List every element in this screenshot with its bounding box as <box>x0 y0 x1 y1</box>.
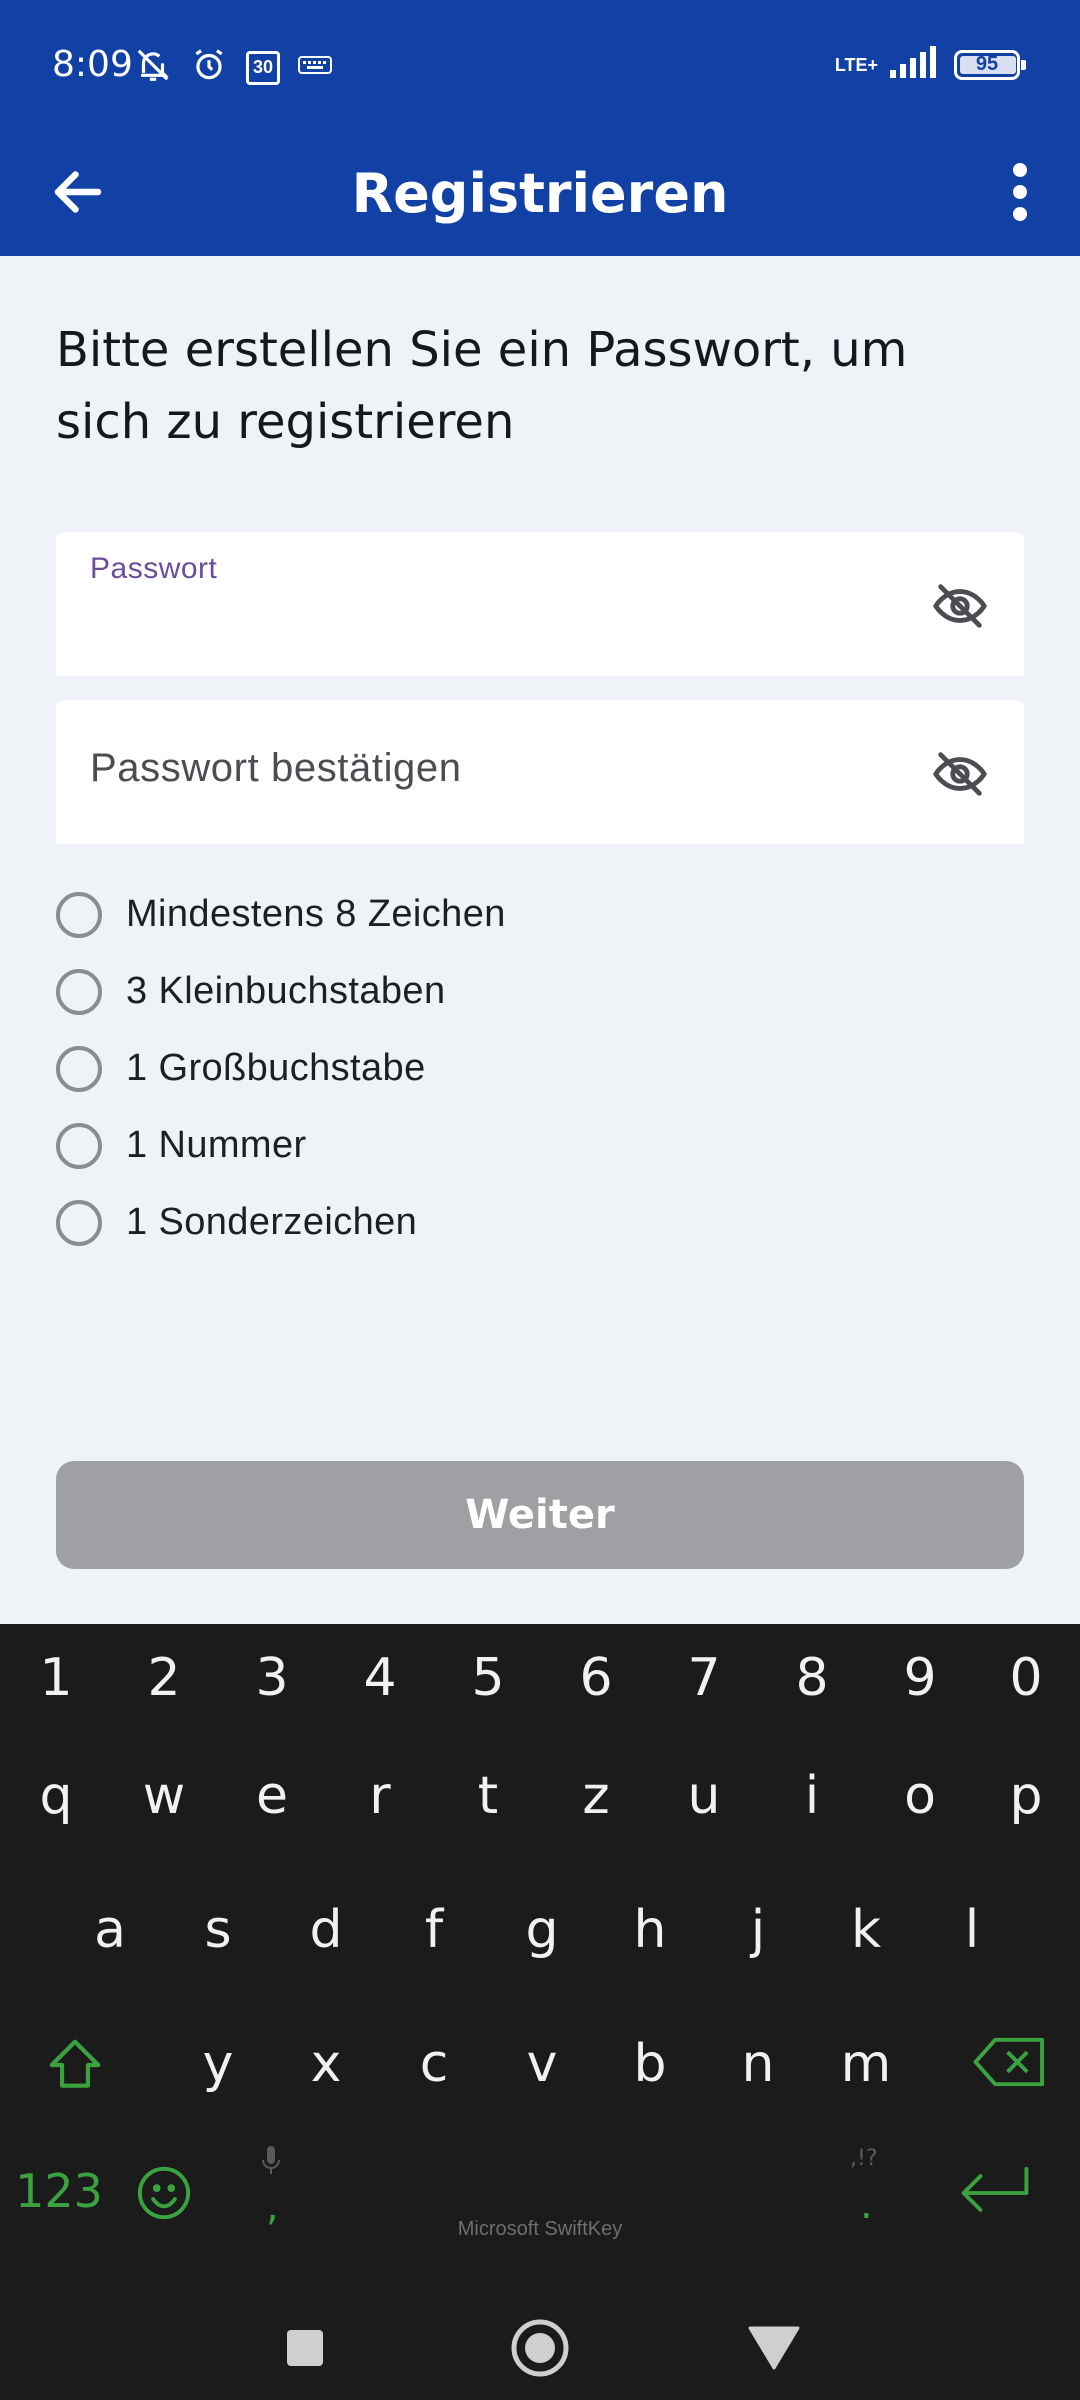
calendar-icon: 30 <box>246 50 280 85</box>
status-icons-left: 30 <box>134 46 332 89</box>
signal-icon <box>888 44 936 85</box>
enter-icon <box>961 2166 1029 2212</box>
key-z[interactable]: z <box>566 1766 626 1826</box>
square-icon <box>287 2330 323 2366</box>
requirement-item: 1 Großbuchstabe <box>56 1030 506 1107</box>
calendar-day: 30 <box>252 56 274 77</box>
battery-icon: 95 <box>954 49 1026 80</box>
key-6[interactable]: 6 <box>566 1648 626 1708</box>
key-q[interactable]: q <box>26 1766 86 1826</box>
confirm-password-placeholder: Passwort bestätigen <box>90 746 462 790</box>
key-r[interactable]: r <box>350 1766 410 1826</box>
key-a[interactable]: a <box>80 1900 140 1960</box>
back-nav-button[interactable] <box>742 2316 806 2380</box>
eye-off-icon <box>933 584 987 628</box>
key-8[interactable]: 8 <box>782 1648 842 1708</box>
shift-key[interactable] <box>40 2034 110 2109</box>
key-1[interactable]: 1 <box>26 1648 86 1708</box>
requirement-label: 3 Kleinbuchstaben <box>126 970 446 1012</box>
password-requirements-list: Mindestens 8 Zeichen 3 Kleinbuchstaben 1… <box>56 876 506 1261</box>
key-s[interactable]: s <box>188 1900 248 1960</box>
radio-unchecked-icon <box>56 968 102 1015</box>
key-v[interactable]: v <box>512 2034 572 2094</box>
punctuation-hint: ,!? <box>850 2146 878 2171</box>
key-d[interactable]: d <box>296 1900 356 1960</box>
radio-unchecked-icon <box>56 1122 102 1169</box>
key-2[interactable]: 2 <box>134 1648 194 1708</box>
key-l[interactable]: l <box>942 1900 1002 1960</box>
key-g[interactable]: g <box>512 1900 572 1960</box>
key-o[interactable]: o <box>890 1766 950 1826</box>
key-h[interactable]: h <box>620 1900 680 1960</box>
key-e[interactable]: e <box>242 1766 302 1826</box>
radio-unchecked-icon <box>56 1199 102 1246</box>
requirement-item: 3 Kleinbuchstaben <box>56 953 506 1030</box>
radio-unchecked-icon <box>56 891 102 938</box>
key-i[interactable]: i <box>782 1766 842 1826</box>
status-time: 8:09 <box>52 44 133 85</box>
instruction-heading: Bitte erstellen Sie ein Passwort, um sic… <box>56 322 908 450</box>
key-5[interactable]: 5 <box>458 1648 518 1708</box>
key-m[interactable]: m <box>836 2034 896 2094</box>
key-u[interactable]: u <box>674 1766 734 1826</box>
password-field[interactable]: Passwort <box>56 532 1024 676</box>
toggle-confirm-visibility-button[interactable] <box>930 744 990 804</box>
eye-off-icon <box>933 752 987 796</box>
key-j[interactable]: j <box>728 1900 788 1960</box>
key-0[interactable]: 0 <box>996 1648 1056 1708</box>
weiter-button[interactable]: Weiter <box>56 1461 1024 1569</box>
bell-muted-icon <box>134 46 172 89</box>
triangle-back-icon <box>748 2326 800 2370</box>
shift-icon <box>49 2039 101 2088</box>
network-type: LTE+ <box>834 54 878 75</box>
more-vertical-icon <box>1013 163 1027 221</box>
alarm-icon <box>190 46 228 89</box>
requirement-item: 1 Sonderzeichen <box>56 1184 506 1261</box>
key-9[interactable]: 9 <box>890 1648 950 1708</box>
key-n[interactable]: n <box>728 2034 788 2094</box>
keyboard-icon <box>298 54 332 81</box>
key-k[interactable]: k <box>836 1900 896 1960</box>
soft-keyboard: 1 2 3 4 5 6 7 8 9 0 q w e r t z u i o p … <box>0 1624 1080 2292</box>
toggle-password-visibility-button[interactable] <box>930 576 990 636</box>
keyboard-brand: Microsoft SwiftKey <box>457 2218 623 2240</box>
key-3[interactable]: 3 <box>242 1648 302 1708</box>
recents-button[interactable] <box>273 2316 337 2380</box>
confirm-password-field[interactable]: Passwort bestätigen <box>56 700 1024 844</box>
requirement-label: 1 Sonderzeichen <box>126 1201 418 1243</box>
radio-unchecked-icon <box>56 1045 102 1092</box>
home-button[interactable] <box>508 2316 572 2380</box>
symbols-key[interactable]: 123 <box>14 2164 104 2218</box>
password-field-label: Passwort <box>90 552 218 585</box>
system-nav-bar <box>0 2292 1080 2400</box>
requirement-item: Mindestens 8 Zeichen <box>56 876 506 953</box>
key-y[interactable]: y <box>188 2034 248 2094</box>
key-7[interactable]: 7 <box>674 1648 734 1708</box>
requirement-label: Mindestens 8 Zeichen <box>126 893 506 935</box>
key-4[interactable]: 4 <box>350 1648 410 1708</box>
page-title: Registrieren <box>351 162 729 225</box>
more-options-button[interactable] <box>990 154 1050 230</box>
requirement-label: 1 Großbuchstabe <box>126 1047 426 1089</box>
app-bar: Registrieren <box>0 128 1080 256</box>
key-b[interactable]: b <box>620 2034 680 2094</box>
backspace-icon <box>973 2037 1045 2087</box>
backspace-key[interactable] <box>970 2034 1050 2103</box>
key-f[interactable]: f <box>404 1900 464 1960</box>
key-x[interactable]: x <box>296 2034 356 2094</box>
battery-level: 95 <box>975 53 999 75</box>
requirement-item: 1 Nummer <box>56 1107 506 1184</box>
home-circle-icon <box>511 2319 569 2377</box>
key-w[interactable]: w <box>134 1766 194 1826</box>
requirement-label: 1 Nummer <box>126 1124 307 1166</box>
key-p[interactable]: p <box>996 1766 1056 1826</box>
key-c[interactable]: c <box>404 2034 464 2094</box>
status-bar: 8:09 30 LTE+ 95 <box>0 0 1080 128</box>
microphone-icon <box>262 2146 280 2174</box>
emoji-icon <box>137 2166 191 2220</box>
key-t[interactable]: t <box>458 1766 518 1826</box>
status-icons-right: LTE+ 95 <box>834 44 1026 85</box>
